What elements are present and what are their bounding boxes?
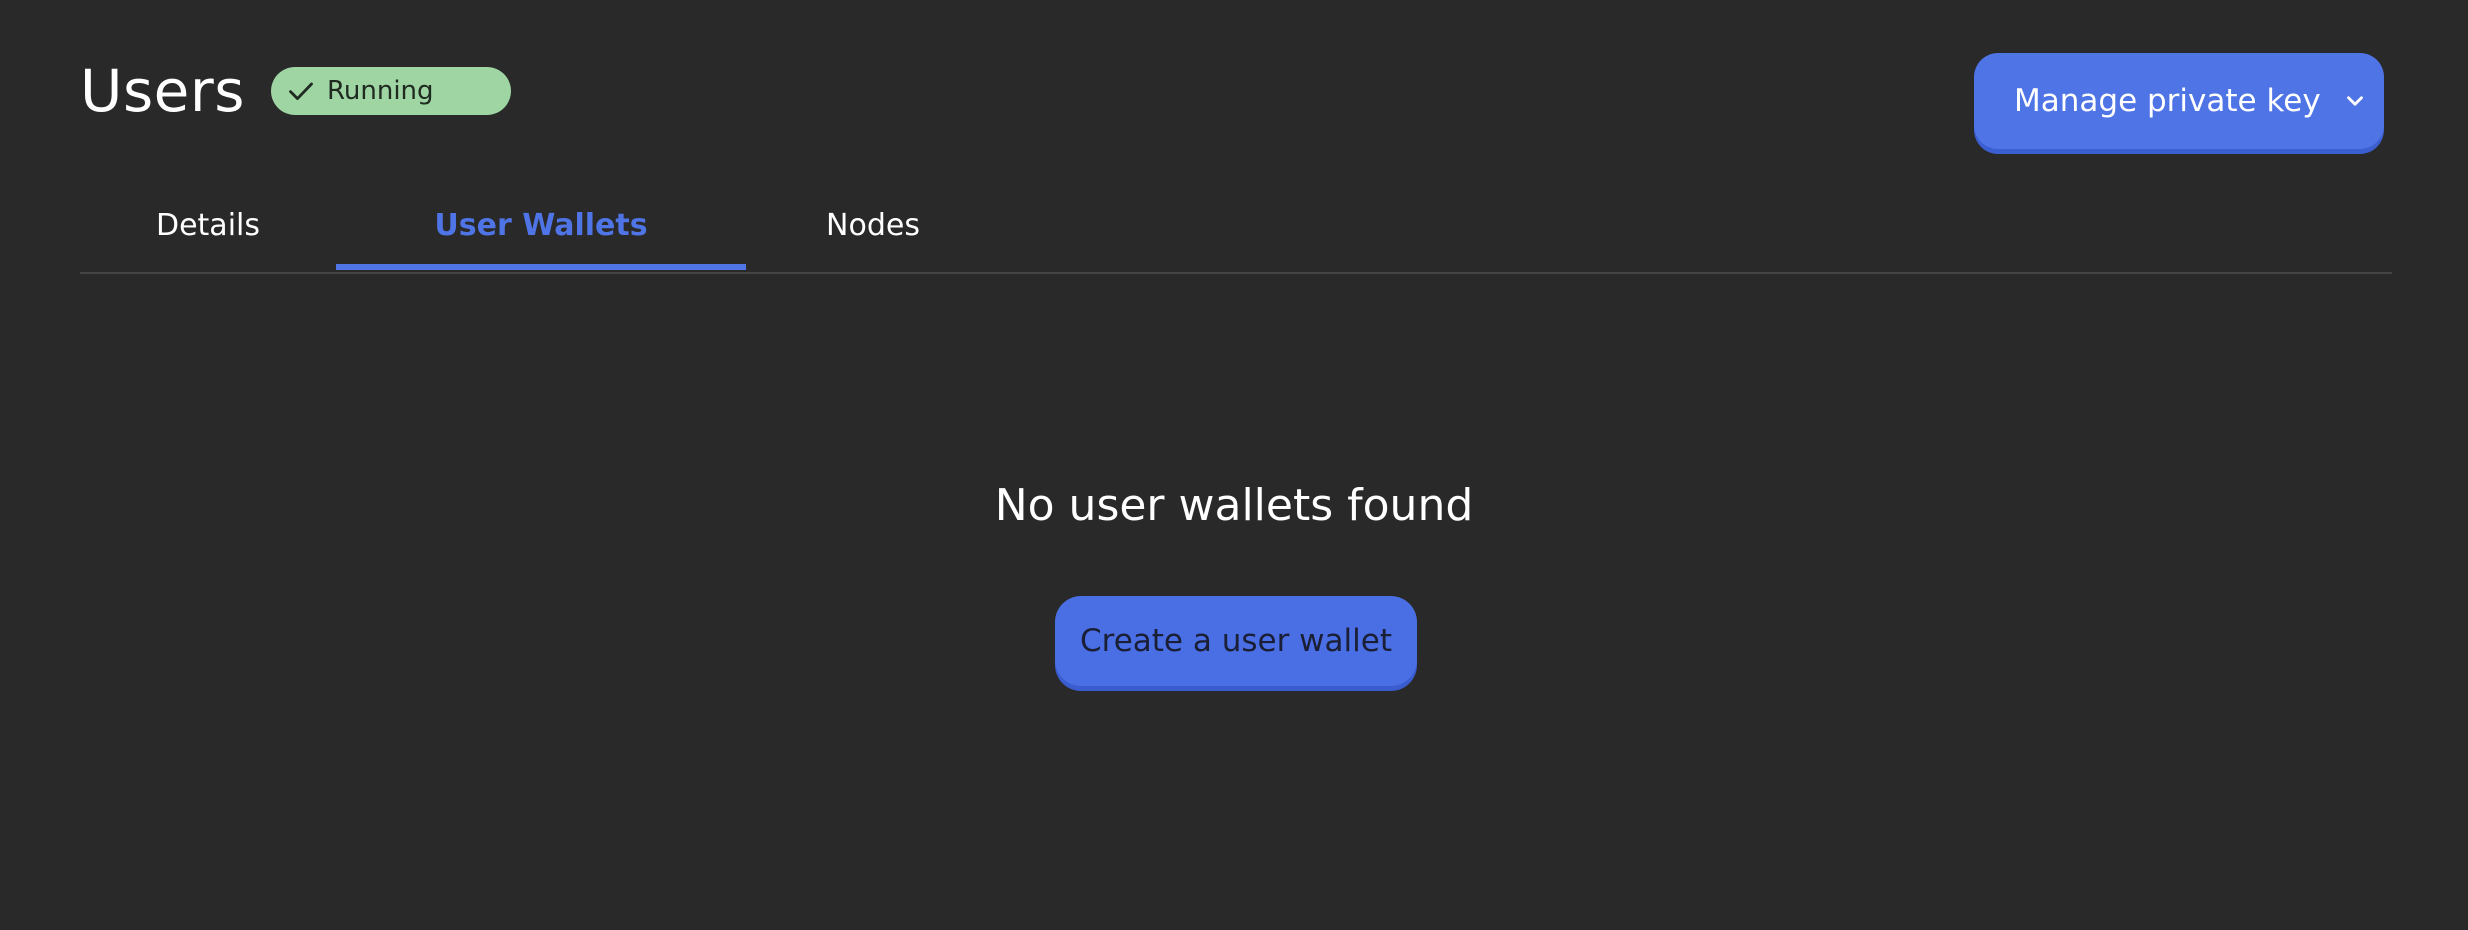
tab-nodes[interactable]: Nodes [746,180,1000,270]
check-icon [285,75,317,107]
tab-details[interactable]: Details [80,180,336,270]
manage-private-key-label: Manage private key [2014,83,2321,119]
active-tab-indicator [336,264,746,270]
empty-state-message: No user wallets found [994,480,1474,531]
create-user-wallet-button[interactable]: Create a user wallet [1055,596,1417,686]
page-title: Users [80,57,245,125]
tab-user-wallets[interactable]: User Wallets [336,180,746,270]
tab-bar: Details User Wallets Nodes [80,180,2392,274]
manage-private-key-button[interactable]: Manage private key [1974,53,2384,149]
chevron-down-icon [2339,85,2371,117]
status-badge: Running [271,67,511,115]
status-label: Running [327,76,434,106]
